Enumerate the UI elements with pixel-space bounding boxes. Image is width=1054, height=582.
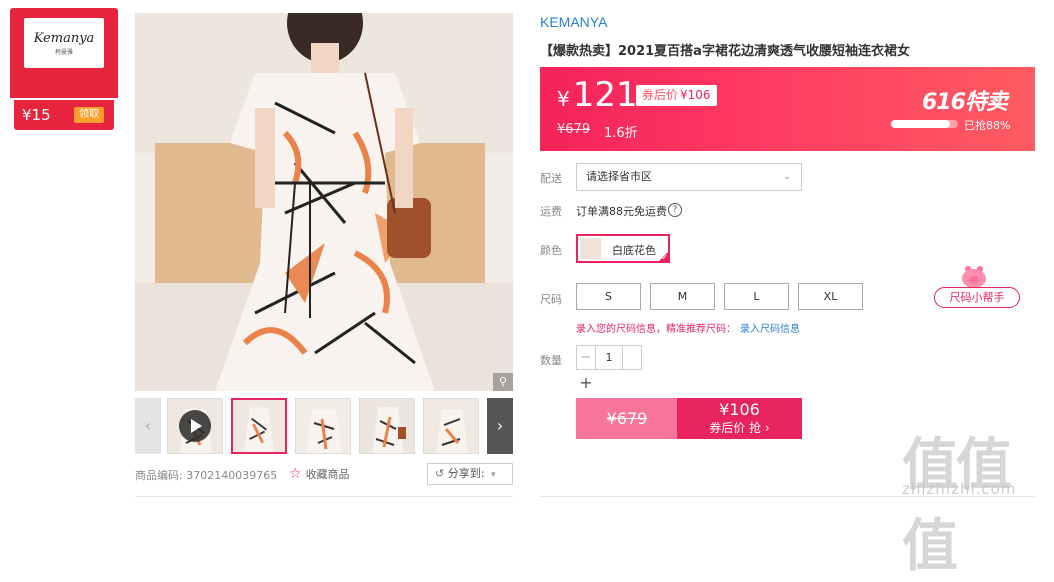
color-option-selected[interactable]: 白底花色 ✓ bbox=[576, 234, 670, 263]
share-icon: ↺ bbox=[435, 467, 445, 480]
thumbnail-image-active[interactable] bbox=[231, 398, 287, 454]
region-select-value: 请选择省市区 bbox=[586, 170, 652, 183]
current-price: ¥121 bbox=[557, 75, 638, 115]
quantity-decrease-button[interactable]: − bbox=[576, 345, 596, 370]
size-option-m[interactable]: M bbox=[650, 283, 715, 310]
divider bbox=[135, 496, 513, 497]
sold-progress-text: 已抢88% bbox=[964, 119, 1011, 132]
color-swatch-image bbox=[580, 238, 601, 259]
size-hint: 录入您的尺码信息，精准推荐尺码： 录入尺码信息 bbox=[576, 320, 800, 335]
color-option-label: 白底花色 bbox=[612, 244, 656, 257]
product-code: 商品编码: 3702140039765 bbox=[135, 467, 277, 483]
magnifier-icon[interactable]: ⚲ bbox=[493, 373, 513, 391]
promo-title: 616特卖 bbox=[922, 90, 1008, 115]
coupon-amount: ¥15 bbox=[22, 106, 51, 124]
product-code-label: 商品编码: bbox=[135, 469, 183, 482]
pig-mascot-nose bbox=[969, 276, 979, 283]
shipping-text: 订单满88元免运费 bbox=[576, 205, 667, 218]
favorite-label: 收藏商品 bbox=[305, 468, 350, 481]
size-label: 尺码 bbox=[540, 293, 562, 306]
thumbnail-dress-image bbox=[424, 399, 478, 453]
discount-rate: 1.6折 bbox=[604, 126, 638, 141]
original-price: ¥679 bbox=[557, 122, 591, 137]
current-price-value: 121 bbox=[572, 75, 638, 115]
chevron-down-icon: ⌄ bbox=[782, 171, 791, 182]
buy-coupon-action: 券后价 抢 › bbox=[709, 421, 770, 435]
brand-link[interactable]: KEMANYA bbox=[540, 14, 607, 30]
chevron-left-icon[interactable]: ‹ bbox=[135, 398, 161, 454]
size-option-s[interactable]: S bbox=[576, 283, 641, 310]
size-info-link[interactable]: 录入尺码信息 bbox=[740, 324, 800, 335]
product-code-value: 3702140039765 bbox=[186, 469, 278, 482]
after-coupon-label: 券后价 bbox=[642, 88, 679, 102]
share-button[interactable]: ↺ 分享到: ▾ bbox=[427, 463, 513, 485]
question-icon[interactable]: ? bbox=[668, 203, 682, 217]
quantity-input[interactable]: 1 bbox=[595, 345, 623, 370]
size-helper-button[interactable]: 尺码小帮手 bbox=[934, 287, 1020, 308]
quantity-label: 数量 bbox=[540, 354, 562, 367]
sold-progress-bar bbox=[891, 120, 958, 128]
sold-progress-fill bbox=[891, 120, 950, 128]
play-video-icon[interactable] bbox=[179, 410, 211, 442]
shop-logo: Kemanya 柯曼雅 bbox=[24, 18, 104, 68]
thumbnail-image[interactable] bbox=[359, 398, 415, 454]
checkmark-icon: ✓ bbox=[661, 253, 668, 262]
region-select[interactable]: 请选择省市区 ⌄ bbox=[576, 163, 802, 191]
shop-logo-subtext: 柯曼雅 bbox=[54, 49, 73, 56]
delivery-label: 配送 bbox=[540, 172, 562, 185]
size-option-l[interactable]: L bbox=[724, 283, 789, 310]
color-label: 颜色 bbox=[540, 244, 562, 257]
shop-logo-text: Kemanya bbox=[33, 31, 95, 46]
dress-photo bbox=[135, 13, 513, 391]
thumbnail-dress-image bbox=[360, 399, 414, 453]
after-coupon-badge: 券后价 ¥106 bbox=[636, 85, 717, 106]
shipping-label: 运费 bbox=[540, 205, 562, 218]
size-hint-text: 录入您的尺码信息，精准推荐尺码： bbox=[576, 324, 736, 335]
product-title: 【爆款热卖】2021夏百搭a字裙花边清爽透气收腰短袖连衣裙女 bbox=[540, 44, 910, 59]
currency-symbol: ¥ bbox=[557, 87, 570, 111]
buy-original-price-button[interactable]: ¥679 bbox=[576, 398, 678, 439]
thumbnail-image[interactable] bbox=[423, 398, 479, 454]
thumbnail-dress-image bbox=[233, 400, 285, 452]
caret-down-icon: ▾ bbox=[490, 470, 496, 480]
watermark-logo: 值值值 bbox=[902, 433, 1012, 579]
share-label: 分享到: bbox=[447, 467, 485, 480]
after-coupon-value: ¥106 bbox=[680, 88, 711, 102]
main-product-image[interactable] bbox=[135, 13, 513, 391]
chevron-right-icon[interactable]: › bbox=[487, 398, 513, 454]
watermark-url: zhizhizhi.com bbox=[902, 480, 1017, 498]
buy-coupon-price: ¥106 bbox=[719, 400, 760, 419]
size-option-xl[interactable]: XL bbox=[798, 283, 863, 310]
favorite-button[interactable]: ☆ 收藏商品 bbox=[289, 466, 350, 482]
heart-star-icon: ☆ bbox=[289, 466, 302, 482]
quantity-increase-button[interactable]: + bbox=[576, 370, 596, 395]
thumbnail-dress-image bbox=[296, 399, 350, 453]
thumbnail-image[interactable] bbox=[295, 398, 351, 454]
buy-with-coupon-button[interactable]: ¥106 券后价 抢 › bbox=[677, 398, 802, 439]
quantity-increase-box[interactable] bbox=[622, 345, 642, 370]
claim-coupon-button[interactable]: 领取 bbox=[74, 107, 104, 123]
